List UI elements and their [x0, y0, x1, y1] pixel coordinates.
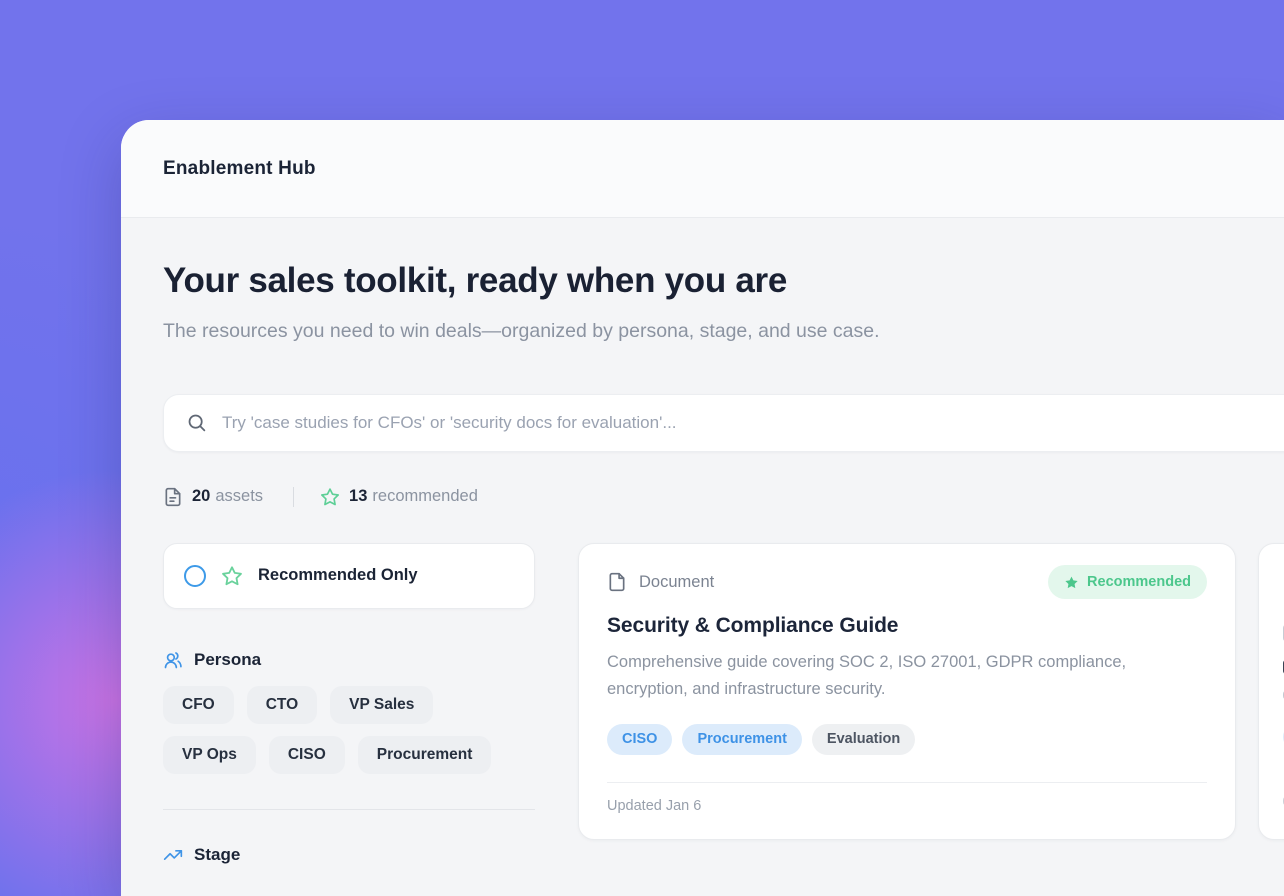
tag-procurement: Procurement	[682, 724, 801, 755]
card-description: Comprehensive guide covering SOC 2, ISO …	[607, 649, 1187, 703]
card-type-label: Document	[639, 573, 714, 592]
page-subtitle: The resources you need to win deals—orga…	[163, 314, 983, 348]
stage-section-header: Stage	[163, 843, 535, 867]
stage-section-label: Stage	[194, 845, 240, 865]
panel-body: Your sales toolkit, ready when you are T…	[121, 218, 1284, 896]
recommended-badge: Recommended	[1048, 565, 1207, 599]
content-grid: Recommended Only Persona CFO CTO VP Sale…	[163, 543, 1284, 867]
persona-chip-procurement[interactable]: Procurement	[358, 736, 492, 774]
asset-card-clipped[interactable]	[1258, 543, 1284, 840]
recommended-label: recommended	[372, 487, 477, 506]
persona-chip-cfo[interactable]: CFO	[163, 686, 234, 724]
tag-ciso: CISO	[607, 724, 672, 755]
assets-label: assets	[215, 487, 263, 506]
persona-section-header: Persona	[163, 648, 535, 672]
enablement-hub-panel: Enablement Hub Your sales toolkit, ready…	[121, 120, 1284, 896]
asset-cards: Document Recommended Security & Complian…	[578, 543, 1284, 867]
users-icon	[163, 650, 183, 670]
card-type: Document	[607, 572, 714, 592]
tag-evaluation: Evaluation	[812, 724, 915, 755]
card-header: Document Recommended	[607, 570, 1207, 595]
stats-row: 20 assets 13 recommended	[163, 485, 1284, 509]
card-title: Security & Compliance Guide	[607, 614, 1207, 638]
card-tags: CISO Procurement Evaluation	[607, 724, 1207, 755]
persona-chip-vp-ops[interactable]: VP Ops	[163, 736, 256, 774]
filters-sidebar: Recommended Only Persona CFO CTO VP Sale…	[163, 543, 535, 867]
recommended-badge-label: Recommended	[1087, 574, 1191, 590]
persona-chips: CFO CTO VP Sales VP Ops CISO Procurement	[163, 686, 535, 774]
search-input[interactable]	[222, 413, 1284, 433]
star-icon	[221, 565, 243, 587]
sidebar-divider	[163, 809, 535, 810]
persona-section-label: Persona	[194, 650, 261, 670]
card-updated: Updated Jan 6	[607, 798, 1207, 814]
stats-divider	[293, 487, 294, 507]
persona-chip-ciso[interactable]: CISO	[269, 736, 345, 774]
page-title: Your sales toolkit, ready when you are	[163, 262, 1284, 301]
panel-header: Enablement Hub	[121, 120, 1284, 218]
document-icon	[607, 572, 627, 592]
file-text-icon	[163, 487, 183, 507]
card-divider	[607, 782, 1207, 783]
app-title: Enablement Hub	[163, 158, 316, 180]
star-filled-icon	[1064, 575, 1079, 590]
search-bar[interactable]	[163, 394, 1284, 452]
recommended-only-label: Recommended Only	[258, 566, 418, 585]
persona-chip-cto[interactable]: CTO	[247, 686, 317, 724]
search-icon	[186, 412, 207, 433]
radio-circle-icon[interactable]	[184, 565, 206, 587]
star-icon	[320, 487, 340, 507]
asset-card-security-compliance-guide[interactable]: Document Recommended Security & Complian…	[578, 543, 1236, 840]
recommended-count: 13	[349, 487, 367, 506]
trending-up-icon	[163, 845, 183, 865]
persona-chip-vp-sales[interactable]: VP Sales	[330, 686, 433, 724]
recommended-only-toggle[interactable]: Recommended Only	[163, 543, 535, 609]
assets-count: 20	[192, 487, 210, 506]
